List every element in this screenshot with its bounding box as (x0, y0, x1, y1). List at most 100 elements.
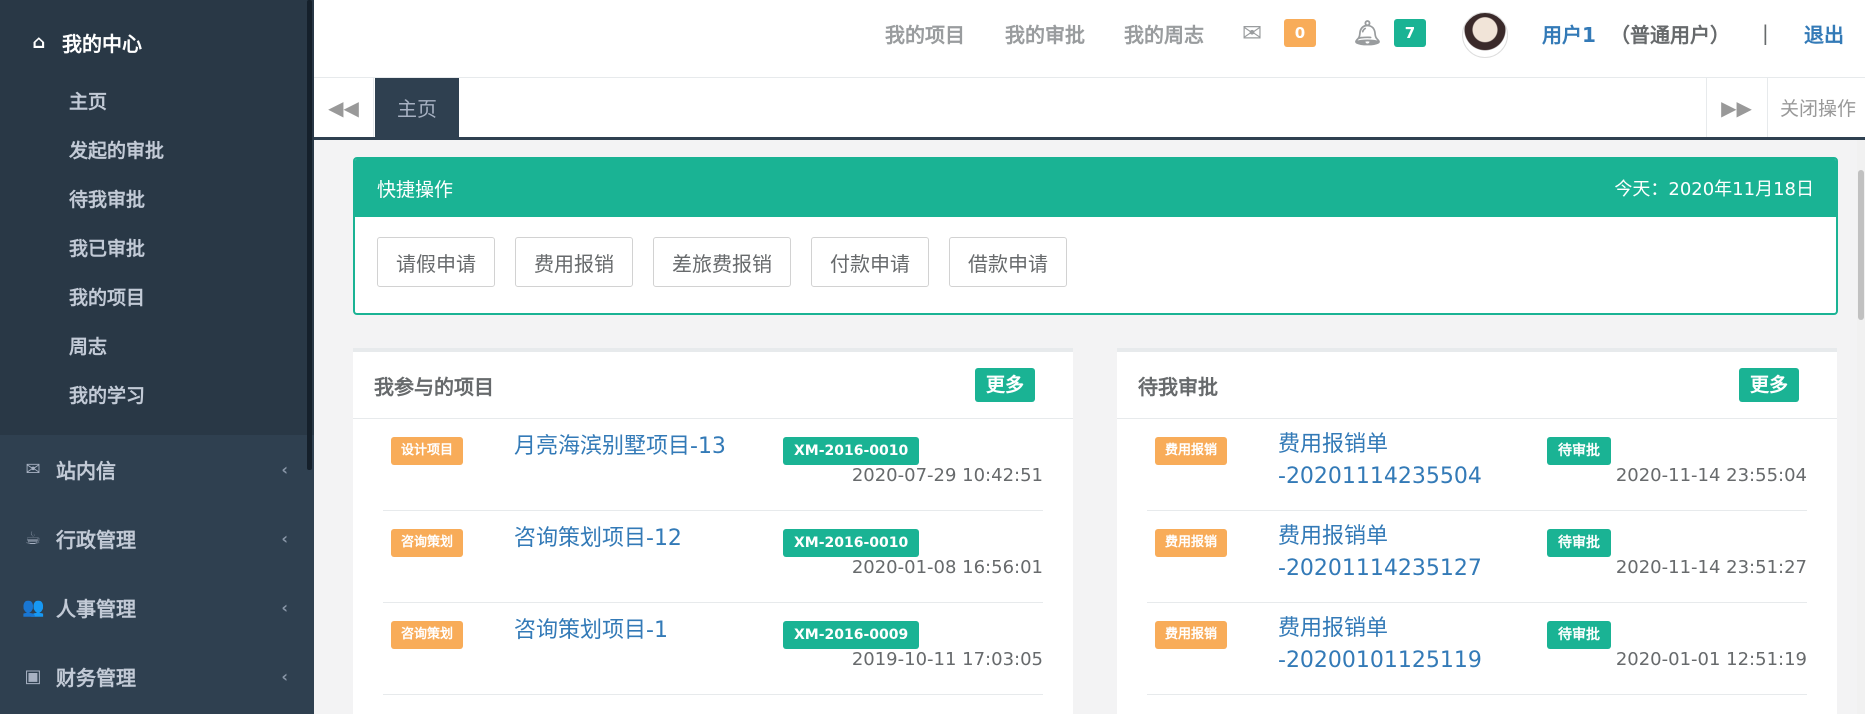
nav-item-label: 财务管理 (56, 666, 136, 690)
quick-actions-panel: 快捷操作 今天：2020年11月18日 请假申请 费用报销 差旅费报销 付款申请… (353, 157, 1838, 315)
scrollbar-thumb[interactable] (1858, 170, 1864, 320)
status-badge: 待审批 (1547, 529, 1611, 557)
separator: | (1762, 21, 1769, 45)
envelope-icon[interactable]: ✉ (1242, 0, 1262, 66)
panel-title: 待我审批 (1138, 374, 1218, 399)
nav-item-admin[interactable]: ☕ 行政管理 ‹ (0, 504, 314, 573)
project-title-link[interactable]: 月亮海滨别墅项目-13 (514, 431, 726, 463)
quick-actions-header: 快捷操作 今天：2020年11月18日 (355, 159, 1836, 217)
more-button[interactable]: 更多 (974, 368, 1035, 402)
chevron-left-icon: ‹ (281, 460, 288, 479)
sidebar-item-my-learning[interactable]: 我的学习 (0, 372, 314, 421)
travel-expense-button[interactable]: 差旅费报销 (653, 237, 791, 287)
sidebar-item-home[interactable]: 主页 (0, 78, 314, 127)
list-item: 费用报销 费用报销单 -20201114235504 待审批 2020-11-1… (1147, 419, 1807, 511)
chevron-left-icon: ‹ (281, 598, 288, 617)
envelope-icon: ✉ (25, 459, 41, 480)
list-item: 设计项目 月亮海滨别墅项目-13 XM-2016-0010 2020-07-29… (383, 419, 1043, 511)
chevron-left-icon: ‹ (281, 529, 288, 548)
tab-bar: ◀◀ 主页 ▶▶ 关闭操作 (314, 78, 1865, 140)
sidebar-item-pending-approvals[interactable]: 待我审批 (0, 176, 314, 225)
nav-item-messages[interactable]: ✉ 站内信 ‹ (0, 435, 314, 504)
nav-item-my-center[interactable]: ⌂ 我的中心 (0, 6, 314, 78)
nav-item-label: 我的中心 (62, 31, 142, 56)
mail-badge-wrap: 0 (1284, 0, 1316, 66)
notify-count-badge: 7 (1394, 19, 1426, 47)
money-icon: ▣ (24, 666, 42, 687)
expense-claim-button[interactable]: 费用报销 (515, 237, 633, 287)
leave-request-button[interactable]: 请假申请 (377, 237, 495, 287)
approval-title-line2: -20201114235504 (1278, 464, 1482, 489)
sidebar-scrollbar[interactable] (307, 0, 312, 470)
project-time: 2020-01-08 16:56:01 (851, 557, 1043, 578)
backward-icon: ◀◀ (328, 95, 359, 120)
approval-type-tag: 费用报销 (1155, 621, 1228, 649)
project-code-badge: XM-2016-0010 (783, 437, 920, 465)
approval-title-line1: 费用报销单 (1278, 616, 1389, 641)
sidebar-item-approved[interactable]: 我已审批 (0, 225, 314, 274)
sidebar: ⌂ 我的中心 主页 发起的审批 待我审批 我已审批 我的项目 周志 我的学习 ✉… (0, 0, 314, 714)
avatar[interactable] (1462, 12, 1508, 58)
approval-time: 2020-01-01 12:51:19 (1615, 649, 1807, 670)
project-time: 2020-07-29 10:42:51 (851, 465, 1043, 486)
project-type-tag: 设计项目 (391, 437, 464, 465)
home-icon: ⌂ (32, 31, 46, 53)
nav-item-hr[interactable]: 👥 人事管理 ‹ (0, 573, 314, 642)
tab-scroll-left-button[interactable]: ◀◀ (314, 78, 374, 137)
list-item: 费用报销 费用报销单 -20201114235127 待审批 2020-11-1… (1147, 511, 1807, 603)
tab-home[interactable]: 主页 (375, 78, 459, 137)
approval-title-link[interactable]: 费用报销单 -20201114235127 (1278, 521, 1482, 585)
user-name-link[interactable]: 用户1 (1542, 0, 1596, 66)
project-title-link[interactable]: 咨询策划项目-12 (514, 523, 682, 555)
list-item: 咨询策划 咨询策划项目-1 XM-2016-0009 2019-10-11 17… (383, 603, 1043, 695)
quick-actions-title: 快捷操作 (377, 178, 454, 201)
nav-item-label: 人事管理 (56, 597, 136, 621)
list-item: 费用报销 费用报销单 -20200101125119 待审批 2020-01-0… (1147, 603, 1807, 695)
approval-title-line2: -20200101125119 (1278, 648, 1482, 673)
sidebar-item-initiated-approvals[interactable]: 发起的审批 (0, 127, 314, 176)
nav-section-my-center: ⌂ 我的中心 主页 发起的审批 待我审批 我已审批 我的项目 周志 我的学习 (0, 6, 314, 435)
approval-title-link[interactable]: 费用报销单 -20200101125119 (1278, 613, 1482, 677)
close-ops-label: 关闭操作 (1780, 98, 1857, 120)
logout-link[interactable]: 退出 (1804, 0, 1844, 66)
bell-icon[interactable]: 🔔︎ (1352, 0, 1382, 66)
my-projects-panel: 我参与的项目 更多 设计项目 月亮海滨别墅项目-13 XM-2016-0010 … (353, 348, 1073, 714)
user-role-label: （普通用户） (1610, 22, 1730, 47)
project-time: 2019-10-11 17:03:05 (851, 649, 1043, 670)
top-link-my-projects[interactable]: 我的项目 (885, 0, 965, 66)
panel-title: 我参与的项目 (374, 374, 494, 399)
tab-scroll-right-button[interactable]: ▶▶ (1706, 78, 1766, 137)
pending-approvals-panel: 待我审批 更多 费用报销 费用报销单 -20201114235504 待审批 2… (1117, 348, 1837, 714)
top-header: 我的项目 我的审批 我的周志 ✉ 0 🔔︎ 7 用户1 （普通用户） | 退出 (314, 0, 1865, 78)
approval-type-tag: 费用报销 (1155, 437, 1228, 465)
status-badge: 待审批 (1547, 621, 1611, 649)
project-code-badge: XM-2016-0009 (783, 621, 920, 649)
approval-title-link[interactable]: 费用报销单 -20201114235504 (1278, 429, 1482, 493)
today-date: 今天：2020年11月18日 (1614, 179, 1814, 200)
top-link-my-weekly[interactable]: 我的周志 (1124, 0, 1204, 66)
approval-time: 2020-11-14 23:51:27 (1615, 557, 1807, 578)
sidebar-item-my-projects[interactable]: 我的项目 (0, 274, 314, 323)
quick-actions-buttons: 请假申请 费用报销 差旅费报销 付款申请 借款申请 (355, 217, 1836, 307)
more-button[interactable]: 更多 (1738, 368, 1799, 402)
page-scrollbar[interactable] (1857, 140, 1865, 714)
nav-item-label: 站内信 (56, 459, 116, 483)
approval-time: 2020-11-14 23:55:04 (1615, 465, 1807, 486)
approval-title-line2: -20201114235127 (1278, 556, 1482, 581)
close-ops-dropdown[interactable]: 关闭操作 (1767, 78, 1865, 137)
top-link-my-approvals[interactable]: 我的审批 (1005, 0, 1085, 66)
notify-badge-wrap: 7 (1394, 0, 1426, 66)
loan-request-button[interactable]: 借款申请 (949, 237, 1067, 287)
nav-item-finance[interactable]: ▣ 财务管理 ‹ (0, 642, 314, 711)
panel-header: 待我审批 更多 (1117, 352, 1837, 419)
project-code-badge: XM-2016-0010 (783, 529, 920, 557)
project-title-link[interactable]: 咨询策划项目-1 (514, 615, 668, 647)
payment-request-button[interactable]: 付款申请 (811, 237, 929, 287)
panel-header: 我参与的项目 更多 (353, 352, 1073, 419)
approval-title-line1: 费用报销单 (1278, 524, 1389, 549)
sidebar-item-weekly-log[interactable]: 周志 (0, 323, 314, 372)
coffee-icon: ☕ (24, 528, 42, 549)
project-type-tag: 咨询策划 (391, 621, 464, 649)
chevron-left-icon: ‹ (281, 667, 288, 686)
forward-icon: ▶▶ (1721, 95, 1752, 120)
